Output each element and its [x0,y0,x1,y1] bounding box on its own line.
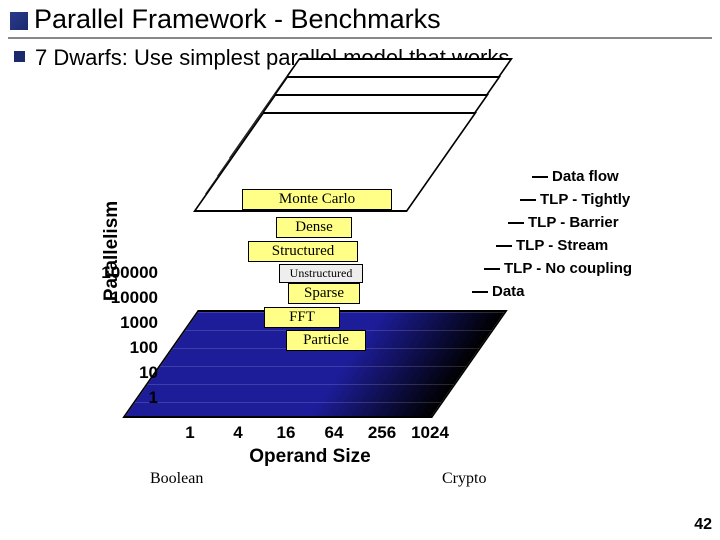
category-sparse: Sparse [288,283,360,304]
category-unstructured: Unstructured [279,264,363,283]
slide-title: Parallel Framework - Benchmarks [34,4,441,35]
annotation-boolean: Boolean [150,470,203,488]
chart-3d: Parallelism 100000 10000 1000 100 10 1 1… [54,130,654,500]
category-dense: Dense [276,217,352,238]
slide-number: 42 [694,516,712,534]
tick-icon [472,291,488,293]
x-axis-label: Operand Size [160,446,460,468]
y-axis-ticks: 100000 10000 1000 100 10 1 [96,260,158,410]
tick-icon [532,176,548,178]
tick-icon [484,268,500,270]
tick-icon [520,199,536,201]
slide-logo-icon [10,12,28,30]
tick-icon [508,222,524,224]
annotation-crypto: Crypto [442,470,486,488]
category-structured: Structured [248,241,358,262]
category-monte-carlo: Monte Carlo [242,189,392,210]
category-particle: Particle [286,330,366,351]
category-fft: FFT [264,307,340,328]
bullet-icon [14,51,25,62]
depth-axis-labels: Data flow TLP - Tightly TLP - Barrier TL… [472,168,632,306]
x-axis-ticks: 1 4 16 64 256 1024 [166,423,454,443]
tick-icon [496,245,512,247]
